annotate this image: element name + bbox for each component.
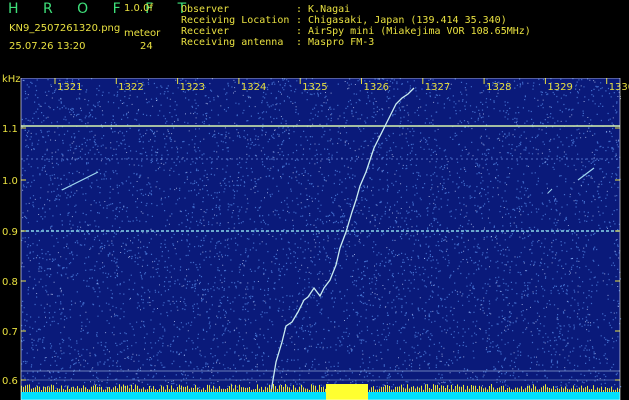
baseline-band: [21, 392, 620, 400]
signal-burst: [326, 384, 368, 400]
y-tick-label-1.1: 1.1: [2, 124, 18, 135]
spectrogram: 1321 1322 1323 1324 1325 1326 1327 1328 1329 1330…: [2, 78, 629, 400]
meteor-count: 24: [140, 41, 153, 52]
location-label: Receiving Location: [181, 15, 290, 26]
x-tick-label-1322: 1322: [118, 82, 143, 93]
app-title: H R O F F T: [8, 1, 197, 17]
antenna-label: Receiving antenna: [181, 37, 284, 48]
x-tick-label-1324: 1324: [241, 82, 266, 93]
x-tick-label-1321: 1321: [57, 82, 82, 93]
y-tick-label-0.9: 0.9: [2, 227, 18, 238]
x-tick-label-1330: 1330: [609, 82, 629, 93]
x-tick-label-1327: 1327: [425, 82, 450, 93]
x-tick-label-1326: 1326: [364, 82, 389, 93]
y-tick-label-1.0: 1.0: [2, 176, 18, 187]
y-tick-label-0.8: 0.8: [2, 277, 18, 288]
x-tick-label-1323: 1323: [180, 82, 205, 93]
x-tick-label-1325: 1325: [302, 82, 327, 93]
y-tick-label-0.7: 0.7: [2, 327, 18, 338]
antenna-value: : Maspro FM-3: [296, 37, 375, 48]
receiver-label: Receiver: [181, 26, 230, 37]
location-value: : Chigasaki, Japan (139.414 35.340): [296, 15, 507, 26]
x-tick-label-1328: 1328: [486, 82, 511, 93]
receiver-value: : AirSpy mini (Miakejima VOR 108.65MHz): [296, 26, 531, 37]
x-tick-label-1329: 1329: [547, 82, 572, 93]
y-tick-label-0.6: 0.6: [2, 376, 18, 387]
observer-label: Observer: [181, 4, 230, 15]
file-name: KN9_2507261320.png: [9, 23, 121, 34]
capture-datetime: 25.07.26 13:20: [9, 41, 86, 52]
meteor-label: meteor: [124, 28, 161, 39]
header-panel: H R O F F T 1.0.0f KN9_2507261320.png me…: [0, 0, 629, 78]
app-version: 1.0.0f: [124, 3, 153, 14]
observer-value: : K.Nagai: [296, 4, 351, 15]
